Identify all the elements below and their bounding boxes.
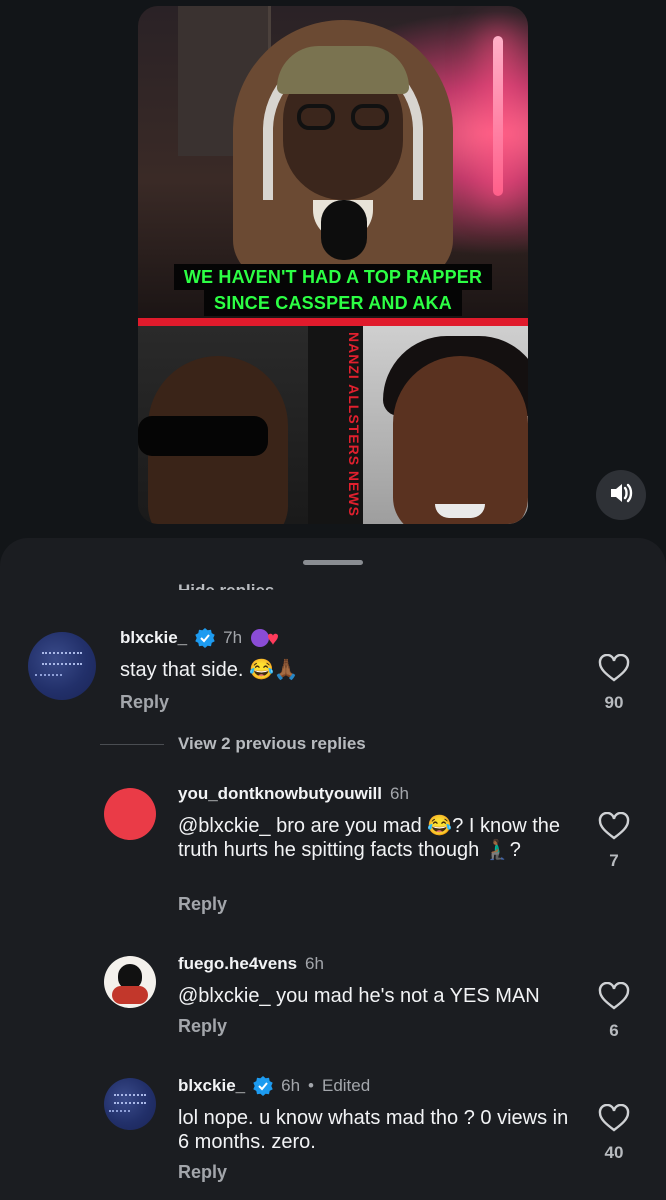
heart-icon[interactable] <box>598 981 630 1010</box>
username[interactable]: fuego.he4vens <box>178 954 297 974</box>
like-control[interactable]: 6 <box>594 981 634 1041</box>
comment-time: 6h <box>389 784 409 803</box>
like-control[interactable]: 7 <box>594 811 634 871</box>
comment-header: fuego.he4vens 6h <box>178 954 324 974</box>
comments-sheet: Hide replies blxckie_ 7h stay that side.… <box>0 538 666 1200</box>
hide-replies-link[interactable]: Hide replies <box>178 576 274 590</box>
verified-badge-icon <box>195 628 215 648</box>
volume-button[interactable] <box>596 470 646 520</box>
username[interactable]: blxckie_ <box>178 1076 245 1096</box>
username[interactable]: you_dontknowbutyouwill <box>178 784 382 804</box>
username[interactable]: blxckie_ <box>120 628 187 648</box>
comment-header: you_dontknowbutyouwill 6h <box>178 784 409 804</box>
comment-header: blxckie_ 6h • Edited <box>178 1076 370 1096</box>
like-count: 90 <box>604 693 624 712</box>
like-count: 6 <box>609 1021 619 1040</box>
like-control[interactable]: 40 <box>594 1103 634 1163</box>
mention-link[interactable]: @blxckie_ <box>178 985 271 1007</box>
heart-icon[interactable] <box>598 811 630 840</box>
microphone <box>321 200 367 260</box>
reply-button[interactable]: Reply <box>178 1016 227 1037</box>
video-frame-bottom: NANZI ALLSTERS NEWS NANZI ALLSTERS NEWS <box>138 326 528 524</box>
rapper-right-image <box>363 326 528 524</box>
like-count: 40 <box>604 1143 624 1162</box>
edited-label: Edited <box>321 1076 371 1095</box>
video-area: WE HAVEN'T HAD A TOP RAPPER SINCE CASSPE… <box>0 0 666 540</box>
like-control[interactable]: 90 <box>594 653 634 713</box>
comment-time: 6h <box>305 954 324 973</box>
comment-time: 7h <box>223 628 243 647</box>
red-strip <box>138 318 528 326</box>
avatar[interactable] <box>104 788 156 840</box>
comment-text: @blxckie_ you mad he's not a YES MAN <box>178 984 578 1008</box>
reply-button[interactable]: Reply <box>178 894 227 915</box>
comment-text: stay that side. 😂🙏🏾 <box>120 659 299 681</box>
view-previous-replies[interactable]: View 2 previous replies <box>100 734 366 754</box>
view-previous-label[interactable]: View 2 previous replies <box>178 734 366 754</box>
comment-text: lol nope. u know whats mad tho ? 0 views… <box>178 1107 569 1153</box>
avatar[interactable] <box>104 1078 156 1130</box>
like-count: 7 <box>609 851 619 870</box>
verified-badge-icon <box>253 1076 273 1096</box>
comment-text: @blxckie_ bro are you mad 😂? I know the … <box>178 814 578 862</box>
drag-handle[interactable] <box>303 560 363 565</box>
video-caption: WE HAVEN'T HAD A TOP RAPPER SINCE CASSPE… <box>138 264 528 316</box>
separator-dot: • <box>308 1076 314 1095</box>
avatar[interactable] <box>104 956 156 1008</box>
comment-body: you mad he's not a YES MAN <box>270 985 540 1007</box>
caption-line-2: SINCE CASSPER AND AKA <box>204 290 462 316</box>
love-emoji-icon <box>251 629 279 647</box>
heart-icon[interactable] <box>598 1103 630 1132</box>
news-watermark: NANZI ALLSTERS NEWS NANZI ALLSTERS NEWS <box>346 332 360 522</box>
pink-lamp <box>493 36 503 196</box>
rapper-left-image <box>138 326 308 524</box>
comment-header: blxckie_ 7h <box>120 628 280 648</box>
comment-time: 6h <box>281 1076 301 1095</box>
caption-line-1: WE HAVEN'T HAD A TOP RAPPER <box>173 264 493 290</box>
reply-button[interactable]: Reply <box>178 1162 227 1183</box>
avatar[interactable] <box>28 632 96 700</box>
reply-button[interactable]: Reply <box>120 692 169 713</box>
mention-link[interactable]: @blxckie_ <box>178 815 271 837</box>
heart-icon[interactable] <box>598 653 630 682</box>
volume-on-icon <box>609 482 633 509</box>
video-player[interactable]: WE HAVEN'T HAD A TOP RAPPER SINCE CASSPE… <box>138 6 528 524</box>
